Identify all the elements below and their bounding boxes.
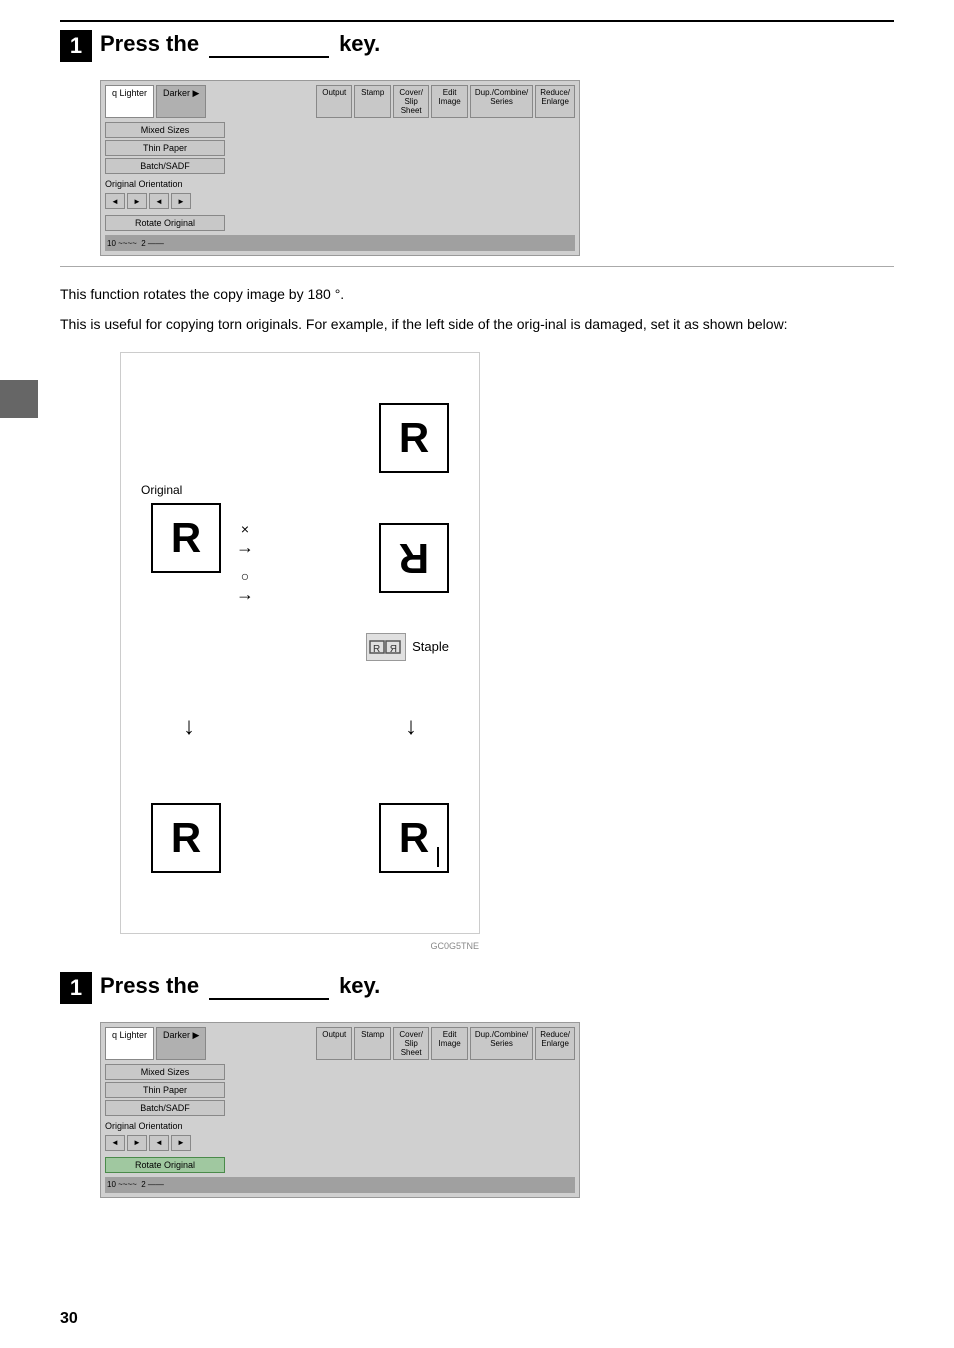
menu-output-1[interactable]: Output (316, 85, 352, 118)
btn-batch-sadf-2[interactable]: Batch/SADF (105, 1100, 225, 1116)
r-box-flipped: R (379, 523, 449, 593)
description-section: This function rotates the copy image by … (60, 283, 894, 336)
orient-btn-1a[interactable]: ◄ (105, 193, 125, 209)
btn-batch-sadf-1[interactable]: Batch/SADF (105, 158, 225, 174)
orient-btn-2b[interactable]: ► (127, 1135, 147, 1151)
ui-left-panel-2: Mixed Sizes Thin Paper Batch/SADF Origin… (105, 1064, 225, 1173)
description-line2: This is useful for copying torn original… (60, 313, 894, 335)
key-blank-1 (209, 30, 329, 58)
press-key-text-1: Press the key. (100, 30, 380, 58)
ui-status-bar-2: 10 ~~~~ 2 —— (105, 1177, 575, 1193)
arrow-x: × → (236, 521, 254, 558)
label-orientation-2: Original Orientation (105, 1121, 225, 1131)
orient-btn-2a[interactable]: ◄ (105, 1135, 125, 1151)
orientation-buttons-1: ◄ ► ◄ ► (105, 193, 225, 209)
label-orientation-1: Original Orientation (105, 179, 225, 189)
section2: 1 Press the key. q Lighter Darker ▶ Outp… (60, 964, 894, 1198)
down-arrow-left: ↓ (183, 713, 195, 741)
menu-stamp-1[interactable]: Stamp (354, 85, 390, 118)
page-container: 1 Press the key. q Lighter Darker ▶ Outp… (0, 0, 954, 1348)
side-tab (0, 380, 38, 418)
step-number-1: 1 (60, 30, 92, 62)
btn-mixed-sizes-2[interactable]: Mixed Sizes (105, 1064, 225, 1080)
description-line1: This function rotates the copy image by … (60, 283, 894, 305)
menu-reduce-1[interactable]: Reduce/Enlarge (535, 85, 575, 118)
menu-edit-1[interactable]: EditImage (431, 85, 467, 118)
tab-darker-1[interactable]: Darker ▶ (156, 85, 206, 118)
menu-dup-2[interactable]: Dup./Combine/Series (470, 1027, 533, 1060)
btn-thin-paper-1[interactable]: Thin Paper (105, 140, 225, 156)
ui-left-panel-1: Mixed Sizes Thin Paper Batch/SADF Origin… (105, 122, 225, 231)
svg-text:R: R (373, 644, 380, 655)
r-box-top-right: R (379, 403, 449, 473)
ui-tabs-1: q Lighter Darker ▶ Output Stamp Cover/Sl… (105, 85, 575, 118)
orient-btn-1c[interactable]: ◄ (149, 193, 169, 209)
tab-right-group-1: Output Stamp Cover/Slip Sheet EditImage … (316, 85, 575, 118)
tab-lighter-2[interactable]: q Lighter (105, 1027, 154, 1060)
arrow-o: ○ → (236, 568, 254, 605)
ui-screenshot-2: q Lighter Darker ▶ Output Stamp Cover/Sl… (100, 1022, 580, 1198)
menu-output-2[interactable]: Output (316, 1027, 352, 1060)
staple-icon: R R (366, 633, 406, 661)
r-box-bottom-left: R (151, 803, 221, 873)
press-key-section-2: 1 Press the key. (60, 964, 894, 1012)
r-box-bottom-right: R (379, 803, 449, 873)
orient-btn-2d[interactable]: ► (171, 1135, 191, 1151)
btn-rotate-orig-1[interactable]: Rotate Original (105, 215, 225, 231)
key-blank-2 (209, 972, 329, 1000)
ui-screenshot-1: q Lighter Darker ▶ Output Stamp Cover/Sl… (100, 80, 580, 256)
menu-cover-2[interactable]: Cover/Slip Sheet (393, 1027, 429, 1060)
menu-dup-1[interactable]: Dup./Combine/Series (470, 85, 533, 118)
menu-stamp-2[interactable]: Stamp (354, 1027, 390, 1060)
ui-body-1: Mixed Sizes Thin Paper Batch/SADF Origin… (105, 122, 575, 231)
press-key-section-1: 1 Press the key. (60, 22, 894, 70)
tab-lighter-1[interactable]: q Lighter (105, 85, 154, 118)
ui-body-2: Mixed Sizes Thin Paper Batch/SADF Origin… (105, 1064, 575, 1173)
original-label: Original (141, 483, 182, 497)
ui-tabs-2: q Lighter Darker ▶ Output Stamp Cover/Sl… (105, 1027, 575, 1060)
orient-btn-2c[interactable]: ◄ (149, 1135, 169, 1151)
down-arrow-right: ↓ (405, 713, 417, 741)
menu-reduce-2[interactable]: Reduce/Enlarge (535, 1027, 575, 1060)
staple-label: Staple (412, 639, 449, 654)
orient-btn-1b[interactable]: ► (127, 193, 147, 209)
orient-btn-1d[interactable]: ► (171, 193, 191, 209)
press-key-text-2: Press the key. (100, 972, 380, 1000)
r-box-original: R (151, 503, 221, 573)
menu-edit-2[interactable]: EditImage (431, 1027, 467, 1060)
diagram-code: GC0G5TNE (430, 941, 479, 951)
menu-cover-1[interactable]: Cover/Slip Sheet (393, 85, 429, 118)
orientation-buttons-2: ◄ ► ◄ ► (105, 1135, 225, 1151)
staple-section: R R Staple (366, 633, 449, 661)
btn-mixed-sizes-1[interactable]: Mixed Sizes (105, 122, 225, 138)
diagram-container: Original R R × → ○ → R (120, 352, 480, 934)
tab-darker-2[interactable]: Darker ▶ (156, 1027, 206, 1060)
btn-thin-paper-2[interactable]: Thin Paper (105, 1082, 225, 1098)
bottom-rule-1 (60, 266, 894, 267)
ui-status-bar-1: 10 ~~~~ 2 —— (105, 235, 575, 251)
btn-rotate-orig-2[interactable]: Rotate Original (105, 1157, 225, 1173)
diagram-inner: Original R R × → ○ → R (141, 373, 459, 913)
svg-text:R: R (390, 644, 397, 655)
tab-right-group-2: Output Stamp Cover/Slip Sheet EditImage … (316, 1027, 575, 1060)
page-number: 30 (60, 1310, 78, 1328)
step-number-2: 1 (60, 972, 92, 1004)
